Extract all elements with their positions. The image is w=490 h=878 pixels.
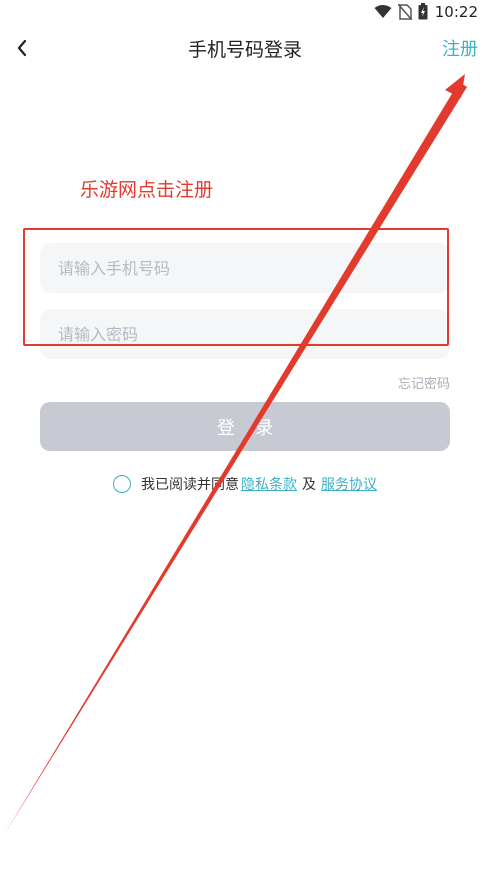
no-sim-icon: [398, 3, 412, 20]
nav-bar: 手机号码登录 注册: [0, 28, 490, 68]
password-field[interactable]: [40, 309, 450, 359]
status-bar: 10:22: [0, 0, 490, 24]
phone-input[interactable]: [40, 243, 450, 293]
forgot-password-link[interactable]: 忘记密码: [398, 373, 450, 392]
service-agreement-link[interactable]: 服务协议: [321, 474, 377, 494]
page-title: 手机号码登录: [187, 39, 302, 61]
status-time: 10:22: [434, 3, 478, 21]
register-link[interactable]: 注册: [442, 35, 478, 61]
status-icons: [374, 3, 428, 20]
password-input[interactable]: [40, 309, 450, 359]
agree-checkbox[interactable]: [113, 475, 131, 493]
agreement-row: 我已阅读并同意 隐私条款 及 服务协议: [0, 474, 490, 494]
wifi-icon: [374, 5, 392, 18]
agreement-and: 及: [302, 477, 316, 493]
annotation-text: 乐游网点击注册: [80, 179, 214, 201]
agreement-prefix: 我已阅读并同意: [141, 477, 239, 493]
phone-field[interactable]: [40, 243, 450, 293]
privacy-policy-link[interactable]: 隐私条款: [241, 474, 297, 494]
battery-charging-icon: [418, 3, 428, 20]
login-button[interactable]: 登录: [40, 402, 450, 451]
